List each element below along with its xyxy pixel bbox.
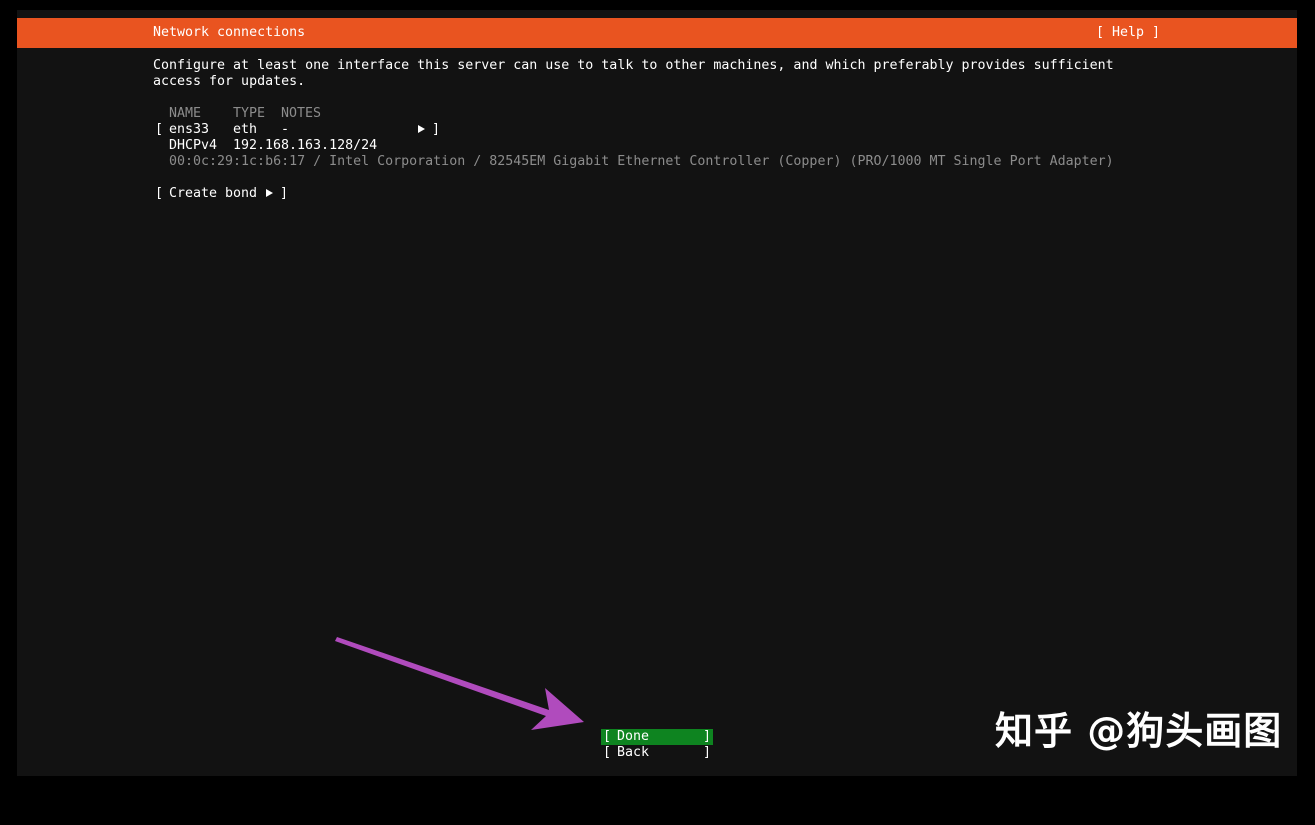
back-bracket-left: [ (603, 745, 612, 760)
row-bracket-right: ] (432, 122, 441, 137)
done-label: Done (617, 729, 650, 744)
description-line-1: Configure at least one interface this se… (153, 58, 1114, 73)
interface-name: ens33 (169, 122, 210, 137)
watermark-text: 知乎 @狗头画图 (995, 709, 1283, 753)
row-bracket-left: [ (155, 122, 164, 137)
interface-address: 192.168.163.128/24 (233, 138, 378, 153)
create-bond-label: Create bond (169, 186, 258, 201)
column-header-type: TYPE (233, 106, 266, 121)
create-bond-arrow-icon (265, 186, 274, 202)
interface-details: 00:0c:29:1c:b6:17 / Intel Corporation / … (169, 154, 1114, 169)
interface-menu-arrow-icon[interactable] (417, 122, 426, 138)
column-header-name: NAME (169, 106, 202, 121)
done-bracket-left: [ (603, 729, 612, 744)
page-title: Network connections (153, 25, 306, 40)
done-bracket-right: ] (702, 729, 711, 744)
create-bond-bracket-right: ] (280, 186, 289, 201)
interface-notes: - (281, 122, 290, 137)
interface-row-ens33[interactable]: [ ens33 eth - ] (153, 122, 443, 138)
create-bond-bracket-left: [ (155, 186, 164, 201)
description-line-2: access for updates. (153, 74, 306, 89)
done-button[interactable]: [ Done ] (601, 729, 713, 745)
back-button[interactable]: [ Back ] (601, 745, 713, 761)
help-button[interactable]: [ Help ] (1096, 25, 1160, 41)
header-bar: Network connections [ Help ] (17, 18, 1297, 48)
column-header-notes: NOTES (281, 106, 322, 121)
back-bracket-right: ] (702, 745, 711, 760)
interface-address-mode: DHCPv4 (169, 138, 218, 153)
interface-type: eth (233, 122, 258, 137)
back-label: Back (617, 745, 650, 760)
installer-screen: Network connections [ Help ] Configure a… (17, 10, 1297, 776)
create-bond-button[interactable]: [ Create bond ] (153, 186, 289, 202)
